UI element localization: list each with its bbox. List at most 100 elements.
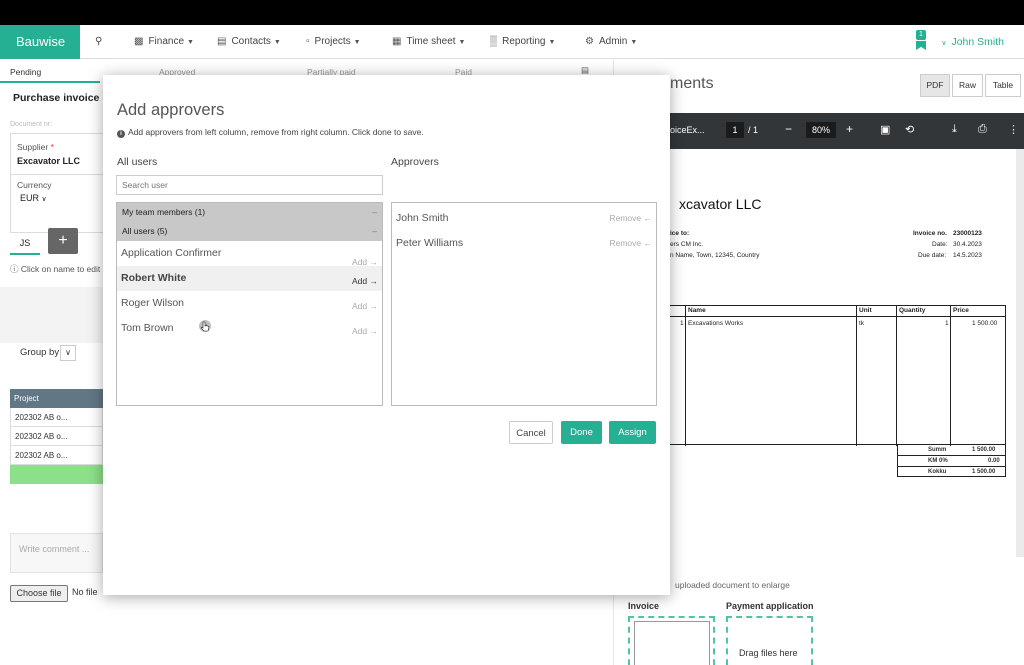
fit-page-icon[interactable]: ▣ bbox=[880, 123, 890, 136]
drag-files-text: Drag files here bbox=[739, 648, 798, 658]
view-raw-button[interactable]: Raw bbox=[952, 74, 983, 97]
pdf-filename: oiceEx... bbox=[670, 125, 705, 135]
invoice-due-label: Due date: bbox=[918, 252, 947, 259]
nav-admin[interactable]: ⚙ Admin ▼ bbox=[585, 25, 637, 59]
nav-finance[interactable]: ▩ Finance ▼ bbox=[134, 25, 194, 59]
group-by-select[interactable]: ∨ bbox=[60, 345, 76, 361]
table-line bbox=[950, 306, 951, 446]
click-hint: ⓘ Click on name to edit c bbox=[10, 264, 107, 274]
user-item[interactable]: Roger Wilson Add → bbox=[117, 291, 382, 316]
group-all-users[interactable]: All users (5) – bbox=[117, 222, 382, 241]
page-count: / 1 bbox=[748, 125, 759, 135]
view-pdf-button[interactable]: PDF bbox=[920, 74, 950, 97]
user-item[interactable]: Tom Brown Add → bbox=[117, 316, 382, 341]
cancel-button[interactable]: Cancel bbox=[509, 421, 553, 444]
group-by-label: Group by bbox=[20, 347, 60, 358]
user-item[interactable]: Application Confirmer bbox=[117, 241, 237, 266]
table-row[interactable]: 202302 AB o... bbox=[10, 446, 103, 465]
table-row[interactable]: 202302 AB o... bbox=[10, 408, 103, 427]
nav-projects[interactable]: ▫ Projects ▼ bbox=[306, 25, 361, 59]
zoom-in-icon[interactable]: + bbox=[846, 122, 853, 136]
top-nav: Bauwise ⚲ ▩ Finance ▼ ▤ Contacts ▼ ▫ Projects… bbox=[0, 25, 1024, 59]
download-icon[interactable]: ⤓ bbox=[952, 123, 957, 136]
invoice-to-address: n Name, Town, 12345, Country bbox=[670, 252, 760, 259]
nav-reporting[interactable]: ▒ Reporting ▼ bbox=[490, 25, 555, 59]
notification-icon[interactable]: 1 bbox=[913, 30, 927, 52]
group-my-team[interactable]: My team members (1) – bbox=[117, 203, 382, 222]
view-table-button[interactable]: Table bbox=[985, 74, 1021, 97]
remove-approver-button[interactable]: Remove ← bbox=[609, 206, 652, 231]
add-user-button[interactable]: Add → bbox=[352, 274, 378, 289]
table-header: Project bbox=[10, 389, 103, 408]
modal-hint: i Add approvers from left column, remove … bbox=[117, 127, 424, 138]
gear-icon: ⚙ bbox=[585, 36, 594, 47]
table-row[interactable]: 202302 AB o... bbox=[10, 427, 103, 446]
invoice-to-company: ers CM Inc. bbox=[670, 241, 704, 248]
user-item[interactable]: Robert White Add → bbox=[117, 266, 382, 291]
rotate-icon[interactable]: ⟲ bbox=[905, 123, 914, 136]
nav-time-sheet[interactable]: ▦ Time sheet ▼ bbox=[392, 25, 465, 59]
user-menu[interactable]: ∨ John Smith bbox=[941, 25, 1004, 61]
info-icon: ⓘ bbox=[10, 264, 19, 274]
caret-down-icon: ▼ bbox=[187, 39, 194, 46]
add-user-button[interactable]: Add → bbox=[352, 324, 378, 339]
all-users-list: My team members (1) – All users (5) – Appl… bbox=[116, 202, 383, 406]
supplier-label: Supplier * bbox=[17, 142, 54, 152]
choose-file-button[interactable]: Choose file bbox=[10, 585, 68, 602]
bar-chart-icon: ▒ bbox=[490, 36, 498, 47]
upload-hint: uploaded document to enlarge bbox=[675, 580, 790, 590]
invoice-summary: Summ 1 500.00 KM 0% 0.00 Kokku 1 500.00 bbox=[897, 444, 1006, 477]
nav-contacts[interactable]: ▤ Contacts ▼ bbox=[217, 25, 281, 59]
table-line bbox=[685, 306, 686, 446]
currency-select[interactable]: EUR ∨ bbox=[20, 193, 47, 203]
assign-button[interactable]: Assign bbox=[609, 421, 656, 444]
add-approver-button[interactable]: + bbox=[48, 228, 78, 254]
kokku-value: 1 500.00 bbox=[972, 469, 996, 475]
invoice-due-value: 14.5.2023 bbox=[953, 252, 982, 259]
invoice-row-unit: tk bbox=[859, 320, 865, 327]
book-icon: ▩ bbox=[134, 36, 144, 47]
approver-item[interactable]: Peter Williams Remove ← bbox=[392, 231, 656, 256]
invoice-date-label: Date: bbox=[932, 241, 948, 248]
print-icon[interactable]: ⎙ bbox=[978, 123, 987, 136]
invoice-no-value: 23000123 bbox=[953, 230, 982, 237]
table-row-total bbox=[10, 465, 103, 484]
zoom-out-icon[interactable]: − bbox=[785, 122, 792, 136]
collapse-icon[interactable]: – bbox=[372, 203, 377, 222]
no-file-label: No file bbox=[72, 587, 98, 597]
km-label: KM 0% bbox=[928, 458, 948, 464]
invoice-company: xcavator LLC bbox=[679, 196, 762, 212]
invoice-col-quantity: Quantity bbox=[899, 307, 926, 314]
more-icon[interactable]: ⋮ bbox=[1008, 123, 1019, 136]
invoice-col-unit: Unit bbox=[859, 307, 872, 314]
brand-logo[interactable]: Bauwise bbox=[0, 25, 80, 59]
add-approvers-modal: Add approvers i Add approvers from left c… bbox=[103, 75, 670, 595]
invoice-date-value: 30.4.2023 bbox=[953, 241, 982, 248]
add-user-button[interactable]: Add → bbox=[352, 299, 378, 314]
add-user-button[interactable]: Add → bbox=[352, 257, 378, 267]
caret-down-icon: ▼ bbox=[458, 39, 466, 46]
caret-down-icon: ▼ bbox=[548, 39, 556, 46]
caret-down-icon: ▼ bbox=[630, 39, 638, 46]
search-icon[interactable]: ⚲ bbox=[95, 25, 102, 59]
done-button[interactable]: Done bbox=[561, 421, 602, 444]
caret-down-icon: ▼ bbox=[273, 39, 281, 46]
invoice-row-name: Excavations Works bbox=[688, 320, 744, 327]
km-value: 0.00 bbox=[988, 458, 1000, 464]
page-input[interactable]: 1 bbox=[726, 122, 744, 138]
initials-tab[interactable]: JS bbox=[10, 231, 40, 255]
remove-approver-button[interactable]: Remove ← bbox=[609, 231, 652, 256]
comment-input[interactable]: Write comment ... bbox=[10, 533, 103, 573]
folder-icon: ▫ bbox=[306, 36, 310, 47]
zoom-level[interactable]: 80% bbox=[806, 122, 836, 138]
hand-cursor-icon bbox=[199, 320, 211, 332]
invoice-thumbnail[interactable] bbox=[634, 621, 710, 665]
summary-row: Kokku 1 500.00 bbox=[898, 467, 1005, 478]
supplier-value[interactable]: Excavator LLC bbox=[17, 156, 80, 166]
collapse-icon[interactable]: – bbox=[372, 222, 377, 241]
invoice-col-price: Price bbox=[953, 307, 969, 314]
approver-item[interactable]: John Smith Remove ← bbox=[392, 206, 656, 231]
caret-down-icon: ▼ bbox=[353, 39, 361, 46]
search-user-input[interactable] bbox=[116, 175, 383, 195]
tab-pending[interactable]: Pending bbox=[10, 67, 41, 77]
